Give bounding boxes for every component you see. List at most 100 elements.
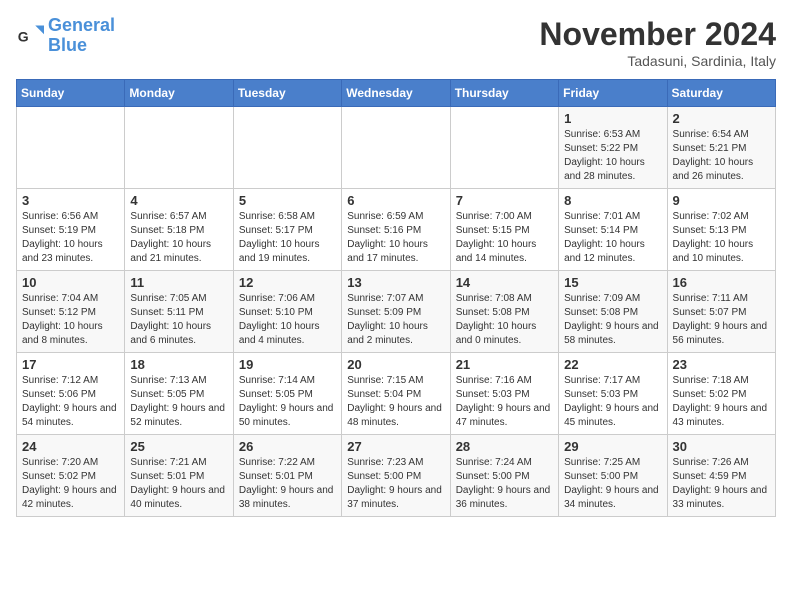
week-row-1: 1 Sunrise: 6:53 AM Sunset: 5:22 PM Daylig…: [17, 107, 776, 189]
day-info: Sunrise: 6:53 AM Sunset: 5:22 PM Dayligh…: [564, 128, 661, 184]
day-number: 13: [347, 275, 444, 290]
day-info: Sunrise: 7:07 AM Sunset: 5:09 PM Dayligh…: [347, 292, 444, 348]
week-row-2: 3 Sunrise: 6:56 AM Sunset: 5:19 PM Daylig…: [17, 189, 776, 271]
day-number: 25: [130, 439, 227, 454]
day-info: Sunrise: 7:24 AM Sunset: 5:00 PM Dayligh…: [456, 456, 553, 512]
day-info: Sunrise: 6:54 AM Sunset: 5:21 PM Dayligh…: [673, 128, 770, 184]
day-cell: 19Sunrise: 7:14 AM Sunset: 5:05 PM Dayli…: [233, 353, 341, 435]
day-cell: 11 Sunrise: 7:05 AM Sunset: 5:11 PM Dayli…: [125, 271, 233, 353]
weekday-header-thursday: Thursday: [450, 80, 558, 107]
weekday-header-wednesday: Wednesday: [342, 80, 450, 107]
day-number: 3: [22, 193, 119, 208]
day-cell: 29 Sunrise: 7:25 AM Sunset: 5:00 PM Dayli…: [559, 435, 667, 517]
day-cell: 18Sunrise: 7:13 AM Sunset: 5:05 PM Dayli…: [125, 353, 233, 435]
day-cell: 27 Sunrise: 7:23 AM Sunset: 5:00 PM Dayli…: [342, 435, 450, 517]
day-info: Sunrise: 7:26 AM Sunset: 4:59 PM Dayligh…: [673, 456, 770, 512]
day-info: Sunrise: 7:11 AM Sunset: 5:07 PM Dayligh…: [673, 292, 770, 348]
day-info: Sunrise: 6:58 AM Sunset: 5:17 PM Dayligh…: [239, 210, 336, 266]
weekday-header-friday: Friday: [559, 80, 667, 107]
day-info: Sunrise: 7:09 AM Sunset: 5:08 PM Dayligh…: [564, 292, 661, 348]
day-info: Sunrise: 6:56 AM Sunset: 5:19 PM Dayligh…: [22, 210, 119, 266]
day-cell: 16 Sunrise: 7:11 AM Sunset: 5:07 PM Dayli…: [667, 271, 775, 353]
page-header: G General Blue November 2024 Tadasuni, S…: [16, 16, 776, 69]
day-cell: 3 Sunrise: 6:56 AM Sunset: 5:19 PM Daylig…: [17, 189, 125, 271]
day-number: 22: [564, 357, 661, 372]
weekday-header-tuesday: Tuesday: [233, 80, 341, 107]
weekday-header-sunday: Sunday: [17, 80, 125, 107]
day-cell: 26Sunrise: 7:22 AM Sunset: 5:01 PM Dayli…: [233, 435, 341, 517]
day-number: 1: [564, 111, 661, 126]
week-row-5: 24 Sunrise: 7:20 AM Sunset: 5:02 PM Dayli…: [17, 435, 776, 517]
day-cell: 20 Sunrise: 7:15 AM Sunset: 5:04 PM Dayli…: [342, 353, 450, 435]
day-cell: 8Sunrise: 7:01 AM Sunset: 5:14 PM Daylig…: [559, 189, 667, 271]
day-cell: 10Sunrise: 7:04 AM Sunset: 5:12 PM Dayli…: [17, 271, 125, 353]
title-block: November 2024 Tadasuni, Sardinia, Italy: [539, 16, 776, 69]
day-info: Sunrise: 6:59 AM Sunset: 5:16 PM Dayligh…: [347, 210, 444, 266]
day-info: Sunrise: 7:02 AM Sunset: 5:13 PM Dayligh…: [673, 210, 770, 266]
day-number: 29: [564, 439, 661, 454]
location: Tadasuni, Sardinia, Italy: [539, 53, 776, 69]
day-info: Sunrise: 7:05 AM Sunset: 5:11 PM Dayligh…: [130, 292, 227, 348]
day-info: Sunrise: 7:25 AM Sunset: 5:00 PM Dayligh…: [564, 456, 661, 512]
day-number: 26: [239, 439, 336, 454]
week-row-4: 17Sunrise: 7:12 AM Sunset: 5:06 PM Dayli…: [17, 353, 776, 435]
day-number: 14: [456, 275, 553, 290]
day-info: Sunrise: 7:20 AM Sunset: 5:02 PM Dayligh…: [22, 456, 119, 512]
day-cell: [233, 107, 341, 189]
day-number: 11: [130, 275, 227, 290]
day-cell: [450, 107, 558, 189]
day-cell: 2Sunrise: 6:54 AM Sunset: 5:21 PM Daylig…: [667, 107, 775, 189]
day-cell: 1 Sunrise: 6:53 AM Sunset: 5:22 PM Daylig…: [559, 107, 667, 189]
day-cell: 4 Sunrise: 6:57 AM Sunset: 5:18 PM Daylig…: [125, 189, 233, 271]
day-cell: [17, 107, 125, 189]
day-number: 6: [347, 193, 444, 208]
day-cell: 25Sunrise: 7:21 AM Sunset: 5:01 PM Dayli…: [125, 435, 233, 517]
logo-text: General Blue: [48, 16, 115, 56]
week-row-3: 10Sunrise: 7:04 AM Sunset: 5:12 PM Dayli…: [17, 271, 776, 353]
day-info: Sunrise: 7:08 AM Sunset: 5:08 PM Dayligh…: [456, 292, 553, 348]
day-info: Sunrise: 6:57 AM Sunset: 5:18 PM Dayligh…: [130, 210, 227, 266]
day-number: 9: [673, 193, 770, 208]
day-cell: 9 Sunrise: 7:02 AM Sunset: 5:13 PM Daylig…: [667, 189, 775, 271]
day-cell: 28 Sunrise: 7:24 AM Sunset: 5:00 PM Dayli…: [450, 435, 558, 517]
day-number: 30: [673, 439, 770, 454]
day-number: 28: [456, 439, 553, 454]
weekday-header-row: SundayMondayTuesdayWednesdayThursdayFrid…: [17, 80, 776, 107]
day-number: 7: [456, 193, 553, 208]
month-title: November 2024: [539, 16, 776, 53]
day-number: 27: [347, 439, 444, 454]
day-cell: 30 Sunrise: 7:26 AM Sunset: 4:59 PM Dayli…: [667, 435, 775, 517]
day-cell: 24 Sunrise: 7:20 AM Sunset: 5:02 PM Dayli…: [17, 435, 125, 517]
day-cell: 22 Sunrise: 7:17 AM Sunset: 5:03 PM Dayli…: [559, 353, 667, 435]
day-number: 20: [347, 357, 444, 372]
day-number: 23: [673, 357, 770, 372]
day-info: Sunrise: 7:23 AM Sunset: 5:00 PM Dayligh…: [347, 456, 444, 512]
day-info: Sunrise: 7:15 AM Sunset: 5:04 PM Dayligh…: [347, 374, 444, 430]
svg-text:G: G: [18, 28, 29, 44]
weekday-header-saturday: Saturday: [667, 80, 775, 107]
day-cell: 14 Sunrise: 7:08 AM Sunset: 5:08 PM Dayli…: [450, 271, 558, 353]
day-info: Sunrise: 7:17 AM Sunset: 5:03 PM Dayligh…: [564, 374, 661, 430]
day-info: Sunrise: 7:18 AM Sunset: 5:02 PM Dayligh…: [673, 374, 770, 430]
day-info: Sunrise: 7:00 AM Sunset: 5:15 PM Dayligh…: [456, 210, 553, 266]
day-number: 10: [22, 275, 119, 290]
day-cell: 13 Sunrise: 7:07 AM Sunset: 5:09 PM Dayli…: [342, 271, 450, 353]
day-number: 15: [564, 275, 661, 290]
day-number: 4: [130, 193, 227, 208]
day-number: 18: [130, 357, 227, 372]
day-number: 16: [673, 275, 770, 290]
day-cell: 12Sunrise: 7:06 AM Sunset: 5:10 PM Dayli…: [233, 271, 341, 353]
day-cell: 17Sunrise: 7:12 AM Sunset: 5:06 PM Dayli…: [17, 353, 125, 435]
logo: G General Blue: [16, 16, 115, 56]
day-number: 19: [239, 357, 336, 372]
day-number: 24: [22, 439, 119, 454]
day-info: Sunrise: 7:06 AM Sunset: 5:10 PM Dayligh…: [239, 292, 336, 348]
calendar-table: SundayMondayTuesdayWednesdayThursdayFrid…: [16, 79, 776, 517]
day-cell: 15 Sunrise: 7:09 AM Sunset: 5:08 PM Dayli…: [559, 271, 667, 353]
day-number: 8: [564, 193, 661, 208]
day-cell: 6 Sunrise: 6:59 AM Sunset: 5:16 PM Daylig…: [342, 189, 450, 271]
day-cell: [342, 107, 450, 189]
day-info: Sunrise: 7:12 AM Sunset: 5:06 PM Dayligh…: [22, 374, 119, 430]
day-cell: 23 Sunrise: 7:18 AM Sunset: 5:02 PM Dayli…: [667, 353, 775, 435]
day-cell: 5Sunrise: 6:58 AM Sunset: 5:17 PM Daylig…: [233, 189, 341, 271]
